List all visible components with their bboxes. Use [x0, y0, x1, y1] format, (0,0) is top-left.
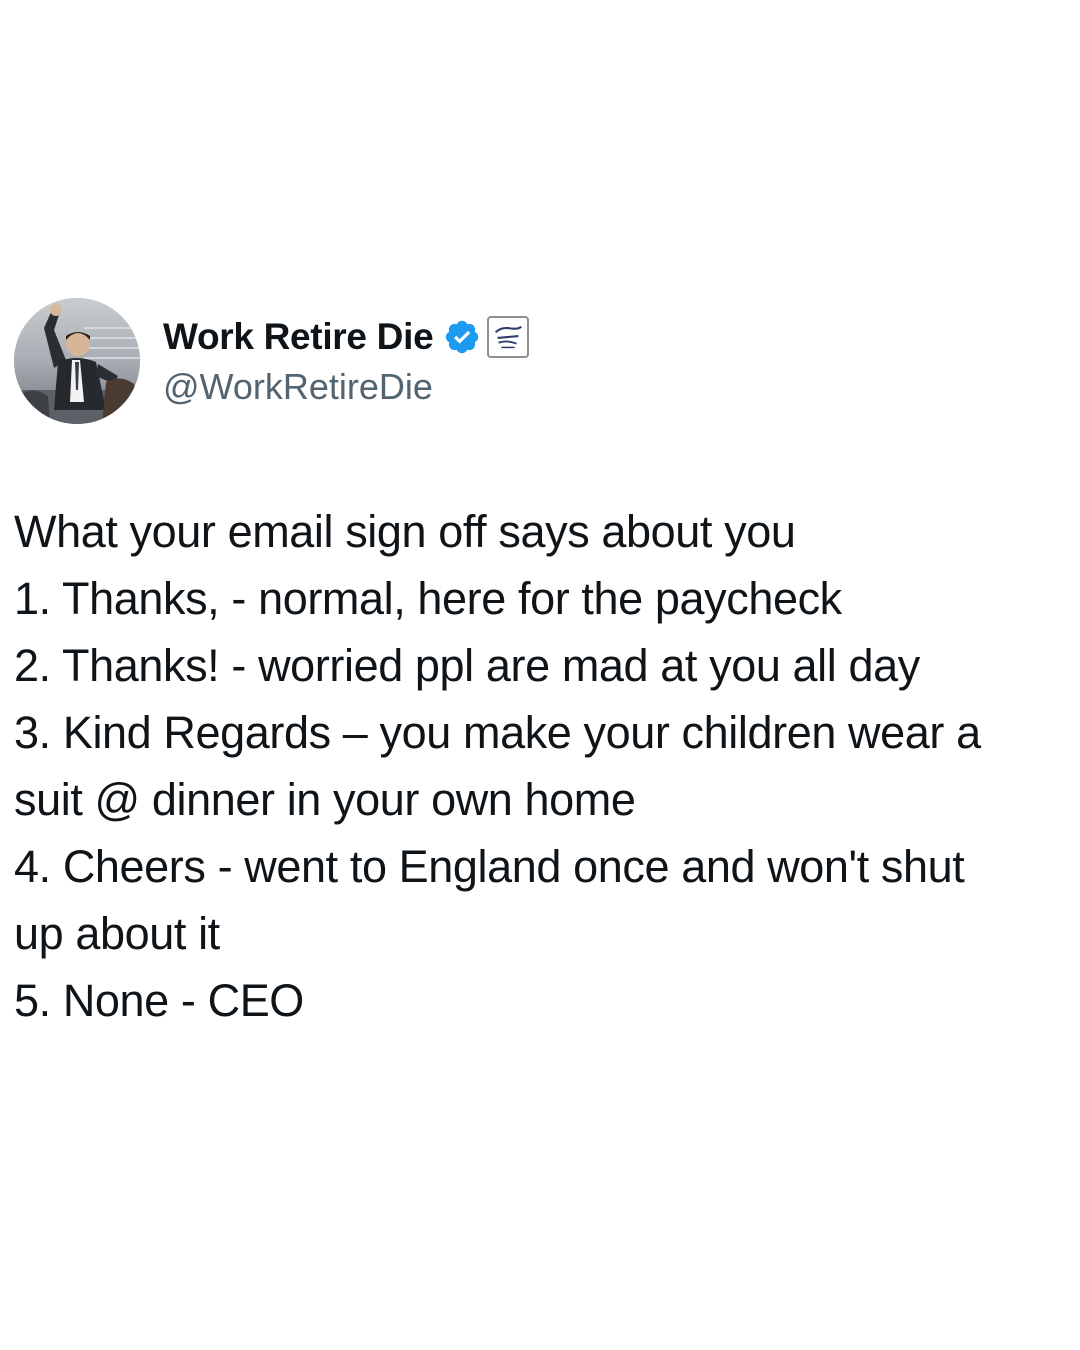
tweet-line-item-2: 2. Thanks! - worried ppl are mad at you … [14, 640, 920, 691]
author-handle[interactable]: @WorkRetireDie [163, 366, 433, 408]
man-in-suit-celebrating-avatar [14, 298, 140, 424]
affiliate-logo-icon[interactable] [487, 316, 530, 358]
author-avatar[interactable] [14, 298, 140, 424]
tweet-line-item-4-cont: up about it [14, 908, 220, 959]
tweet-line-item-3: 3. Kind Regards – you make your children… [14, 707, 981, 758]
author-display-name[interactable]: Work Retire Die [163, 316, 434, 358]
tweet-line-title: What your email sign off says about you [14, 506, 796, 557]
tweet-line-item-4: 4. Cheers - went to England once and won… [14, 841, 965, 892]
tweet-card: Work Retire Die @WorkRetireDie What your… [0, 0, 1080, 1350]
tweet-line-item-5: 5. None - CEO [14, 975, 304, 1026]
tweet-line-item-1: 1. Thanks, - normal, here for the payche… [14, 573, 842, 624]
author-name-row: Work Retire Die [163, 312, 530, 362]
tweet-body: What your email sign off says about you … [14, 498, 1070, 1034]
tweet-line-item-3-cont: suit @ dinner in your own home [14, 774, 636, 825]
verified-badge-icon[interactable] [443, 318, 481, 356]
